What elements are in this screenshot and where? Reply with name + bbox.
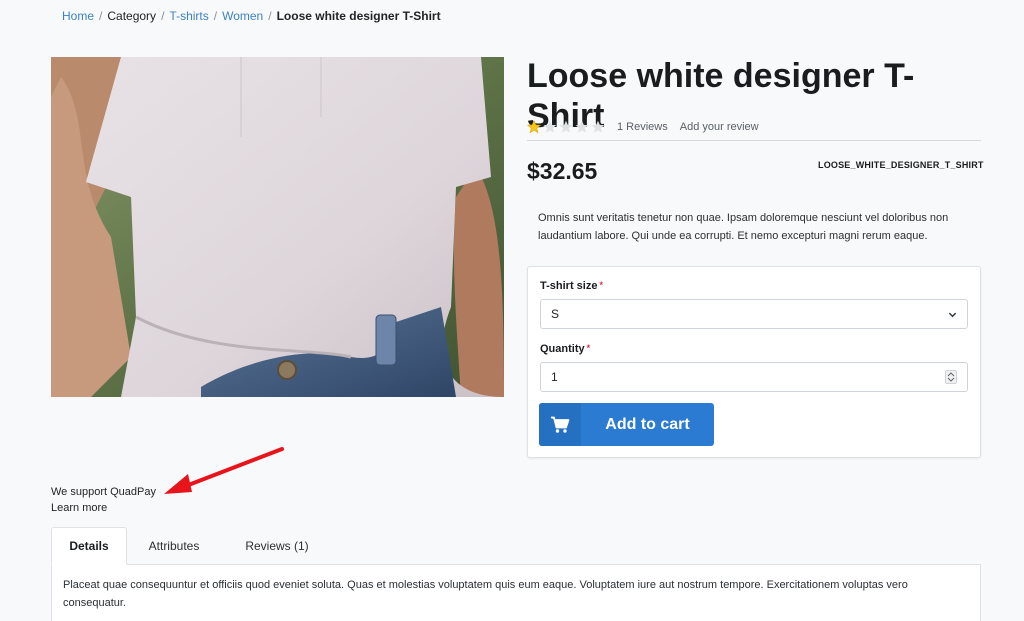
quantity-value: 1 bbox=[551, 370, 558, 384]
stepper-down-icon[interactable] bbox=[947, 377, 955, 382]
add-to-cart-button[interactable]: Add to cart bbox=[539, 403, 714, 446]
breadcrumb-women[interactable]: Women bbox=[222, 9, 263, 23]
quantity-input[interactable]: 1 bbox=[540, 362, 968, 392]
product-rating: 1 Reviews Add your review bbox=[527, 120, 759, 134]
product-sku: LOOSE_WHITE_DESIGNER_T_SHIRT bbox=[818, 160, 984, 170]
quantity-label-text: Quantity bbox=[540, 343, 585, 355]
annotation-arrow bbox=[164, 447, 284, 494]
cart-icon-wrap bbox=[539, 403, 581, 446]
quadpay-text: We support QuadPay bbox=[51, 486, 156, 498]
quantity-label: Quantity * bbox=[540, 343, 590, 355]
product-description: Omnis sunt veritatis tenetur non quae. I… bbox=[538, 212, 949, 242]
tab-panel-details: Placeat quae consequuntur et officiis qu… bbox=[51, 564, 981, 621]
breadcrumb-category: Category bbox=[107, 9, 157, 23]
breadcrumb-tshirts[interactable]: T-shirts bbox=[169, 9, 208, 23]
size-label-text: T-shirt size bbox=[540, 280, 598, 292]
breadcrumb-current: Loose white designer T-Shirt bbox=[276, 9, 441, 23]
breadcrumb-separator: / bbox=[99, 9, 103, 23]
star-icon bbox=[543, 120, 557, 133]
product-tabs: Details Attributes Reviews (1) bbox=[51, 527, 333, 565]
tshirt-photo bbox=[51, 57, 504, 397]
add-review-link[interactable]: Add your review bbox=[680, 121, 759, 133]
tab-attributes[interactable]: Attributes bbox=[127, 527, 221, 565]
breadcrumb-separator: / bbox=[268, 9, 272, 23]
tab-details[interactable]: Details bbox=[51, 527, 127, 565]
breadcrumb: Home / Category / T-shirts / Women / Loo… bbox=[62, 9, 441, 23]
reviews-count-link[interactable]: 1 Reviews bbox=[617, 121, 668, 133]
product-price: $32.65 bbox=[527, 158, 598, 184]
star-icon bbox=[527, 120, 541, 134]
chevron-down-icon bbox=[948, 312, 957, 317]
quadpay-learn-more-link[interactable]: Learn more bbox=[51, 500, 156, 516]
quantity-stepper[interactable] bbox=[945, 370, 957, 384]
tab-reviews[interactable]: Reviews (1) bbox=[221, 527, 333, 565]
add-to-cart-label: Add to cart bbox=[605, 415, 690, 433]
star-rating[interactable] bbox=[527, 120, 605, 134]
star-icon bbox=[591, 120, 605, 133]
size-label: T-shirt size * bbox=[540, 280, 603, 292]
breadcrumb-separator: / bbox=[161, 9, 165, 23]
required-mark: * bbox=[586, 343, 591, 353]
quadpay-widget: We support QuadPay Learn more bbox=[51, 484, 156, 516]
star-icon bbox=[559, 120, 573, 133]
star-icon bbox=[575, 120, 589, 133]
shopping-cart-icon bbox=[551, 416, 570, 433]
required-mark: * bbox=[599, 280, 603, 290]
size-select[interactable]: S bbox=[540, 299, 968, 329]
size-select-value: S bbox=[551, 307, 560, 321]
add-to-cart-form: T-shirt size * S Quantity * 1 Add to cart bbox=[527, 266, 981, 458]
breadcrumb-separator: / bbox=[213, 9, 218, 23]
product-image[interactable] bbox=[51, 57, 504, 397]
details-text: Placeat quae consequuntur et officiis qu… bbox=[63, 579, 908, 609]
breadcrumb-home[interactable]: Home bbox=[62, 9, 94, 23]
